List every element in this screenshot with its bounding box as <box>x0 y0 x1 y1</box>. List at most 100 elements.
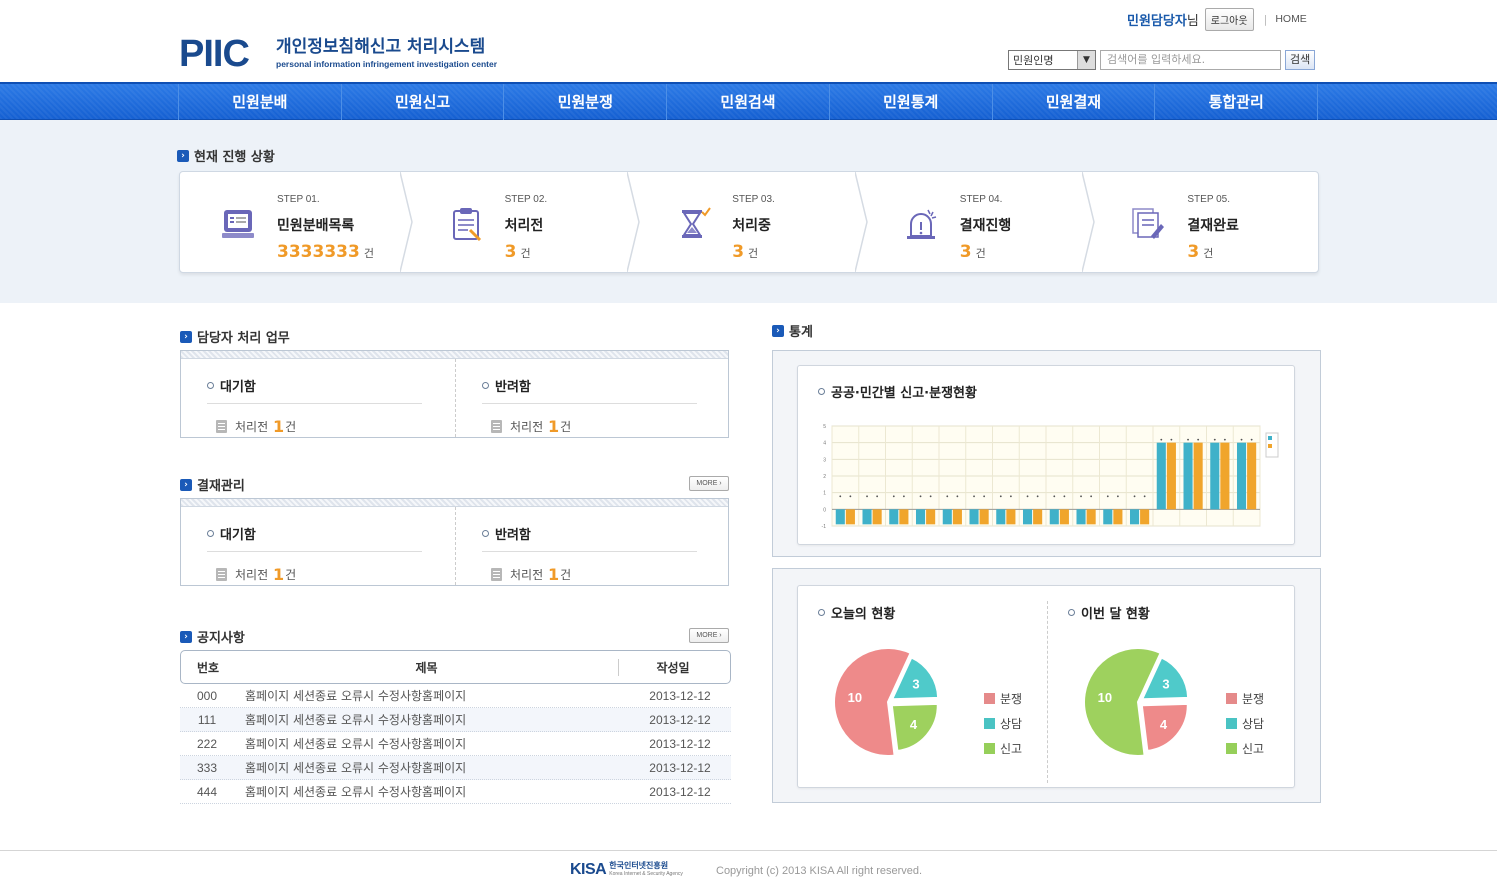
data-label <box>1106 495 1109 498</box>
data-label <box>1240 438 1243 441</box>
tick-label: -1 <box>822 524 827 530</box>
nav-item-search[interactable]: 민원검색 <box>666 84 829 120</box>
pie-chart-month: 10 3 4 <box>1083 647 1190 757</box>
bar <box>845 509 855 525</box>
bar <box>1006 509 1016 525</box>
cell-title[interactable]: 홈페이지 세션종료 오류시 수정사항홈페이지 <box>234 759 634 776</box>
nav-item-approval[interactable]: 민원결재 <box>991 84 1155 120</box>
nav-item-distribute[interactable]: 민원분배 <box>178 84 341 120</box>
bar <box>1129 509 1140 525</box>
bar <box>1183 442 1193 510</box>
tasks-waiting[interactable]: 대기함 처리전 1건 <box>181 359 455 437</box>
today-title: 오늘의 현황 <box>818 603 895 622</box>
bar <box>1022 509 1033 525</box>
main-nav: 민원분배 민원신고 민원분쟁 민원검색 민원통계 민원결재 통합관리 <box>0 82 1497 120</box>
data-label <box>1160 438 1163 441</box>
nav-item-statistics[interactable]: 민원통계 <box>828 84 992 120</box>
data-label <box>919 495 922 498</box>
chevron-right-icon: › <box>180 478 192 491</box>
nav-item-report[interactable]: 민원신고 <box>340 84 504 120</box>
home-link[interactable]: HOME <box>1275 13 1307 25</box>
table-row[interactable]: 111 홈페이지 세션종료 오류시 수정사항홈페이지 2013-12-12 <box>180 708 731 732</box>
data-label <box>929 495 932 498</box>
cell-title[interactable]: 홈페이지 세션종료 오류시 수정사항홈페이지 <box>234 687 634 704</box>
user-suffix: 님 <box>1186 13 1199 29</box>
data-label <box>866 495 868 498</box>
table-row[interactable]: 444 홈페이지 세션종료 오류시 수정사항홈페이지 2013-12-12 <box>180 780 731 804</box>
bar <box>1166 442 1176 510</box>
nav-item-dispute[interactable]: 민원분쟁 <box>503 84 666 120</box>
step-approval-progress[interactable]: STEP 04. 결재진행 3건 <box>863 172 1096 272</box>
search-button[interactable]: 검색 <box>1285 50 1316 70</box>
cell-title[interactable]: 홈페이지 세션종료 오류시 수정사항홈페이지 <box>234 735 634 752</box>
step-name: 민원분배목록 <box>277 218 355 234</box>
table-row[interactable]: 000 홈페이지 세션종료 오류시 수정사항홈페이지 2013-12-12 <box>180 684 731 708</box>
cell-date: 2013-12-12 <box>649 688 711 703</box>
today-legend: 분쟁 상담 신고 <box>984 690 1022 765</box>
table-row[interactable]: 222 홈페이지 세션종료 오류시 수정사항홈페이지 2013-12-12 <box>180 732 731 756</box>
legend-report: 신고 <box>984 740 1022 757</box>
data-label <box>1250 438 1253 441</box>
notice-more-button[interactable]: MORE › <box>689 628 729 643</box>
tick-label: 5 <box>823 424 826 430</box>
user-name: 민원담당자 <box>1127 13 1187 29</box>
bar <box>1236 442 1247 510</box>
table-row[interactable]: 333 홈페이지 세션종료 오류시 수정사항홈페이지 2013-12-12 <box>180 756 731 780</box>
nav-item-admin[interactable]: 통합관리 <box>1154 84 1319 120</box>
data-label <box>1090 495 1093 498</box>
approval-more-button[interactable]: MORE › <box>689 476 729 491</box>
tasks-title: › 담당자 처리 업무 <box>180 327 290 346</box>
slice-label: 4 <box>910 717 918 732</box>
step-count: 3건 <box>959 242 986 262</box>
step-approval-done[interactable]: STEP 05. 결재완료 3건 <box>1090 172 1318 272</box>
bar-chart-title: 공공·민간별 신고·분쟁현황 <box>818 382 977 401</box>
approval-title: › 결재관리 <box>180 475 245 494</box>
step-name: 결재진행 <box>959 218 1012 234</box>
data-label <box>1187 438 1189 441</box>
tasks-box: 대기함 처리전 1건 반려함 처리전 1건 <box>180 350 729 438</box>
search-type-select[interactable]: 민원인명 ▼ <box>1008 50 1096 70</box>
approval-returned[interactable]: 반려함 처리전 1건 <box>455 507 729 585</box>
cell-num: 000 <box>196 688 218 703</box>
tasks-returned[interactable]: 반려함 처리전 1건 <box>455 359 729 437</box>
cell-num: 444 <box>196 784 218 799</box>
bar <box>835 509 845 525</box>
bar <box>952 509 962 525</box>
step-distribute[interactable]: STEP 01. 민원분배목록 3333333 건 <box>180 172 413 272</box>
data-label <box>973 495 975 498</box>
approval-waiting[interactable]: 대기함 처리전 1건 <box>181 507 455 585</box>
step-count: 3건 <box>732 242 759 262</box>
cell-num: 333 <box>196 760 218 775</box>
search-type-value: 민원인명 <box>1013 54 1054 67</box>
clipboard-icon <box>452 208 481 242</box>
footer-divider <box>0 850 1497 851</box>
cell-date: 2013-12-12 <box>649 760 711 775</box>
circle-icon <box>1068 609 1075 616</box>
search-area: 민원인명 ▼ 검색어를 입력하세요. 검색 <box>1008 50 1316 70</box>
circle-icon <box>482 382 489 389</box>
step-processing[interactable]: STEP 03. 처리중 3건 <box>635 172 868 272</box>
slice-label: 3 <box>1162 677 1169 692</box>
data-label <box>1026 495 1029 498</box>
clipboard-icon <box>491 568 502 581</box>
month-legend: 분쟁 상담 신고 <box>1226 690 1264 765</box>
slice-label: 10 <box>1098 690 1112 705</box>
bar <box>1049 509 1059 525</box>
stats-title: › 통계 <box>772 321 813 340</box>
bar <box>979 509 989 525</box>
circle-icon <box>818 609 825 616</box>
cell-title[interactable]: 홈페이지 세션종료 오류시 수정사항홈페이지 <box>234 783 634 800</box>
alarm-icon <box>906 209 936 239</box>
data-label <box>1080 495 1082 498</box>
step-before[interactable]: STEP 02. 처리전 3건 <box>408 172 640 272</box>
logout-button[interactable]: 로그아웃 <box>1204 7 1254 31</box>
legend-swatch <box>1268 444 1272 448</box>
legend-consult: 상담 <box>1226 715 1264 732</box>
header-num: 번호 <box>196 660 220 675</box>
bar <box>926 509 936 525</box>
search-input[interactable]: 검색어를 입력하세요. <box>1100 50 1281 70</box>
bar <box>899 509 909 525</box>
notice-title: › 공지사항 <box>180 627 245 646</box>
chevron-down-icon[interactable]: ▼ <box>1077 51 1095 69</box>
cell-title[interactable]: 홈페이지 세션종료 오류시 수정사항홈페이지 <box>234 711 634 728</box>
